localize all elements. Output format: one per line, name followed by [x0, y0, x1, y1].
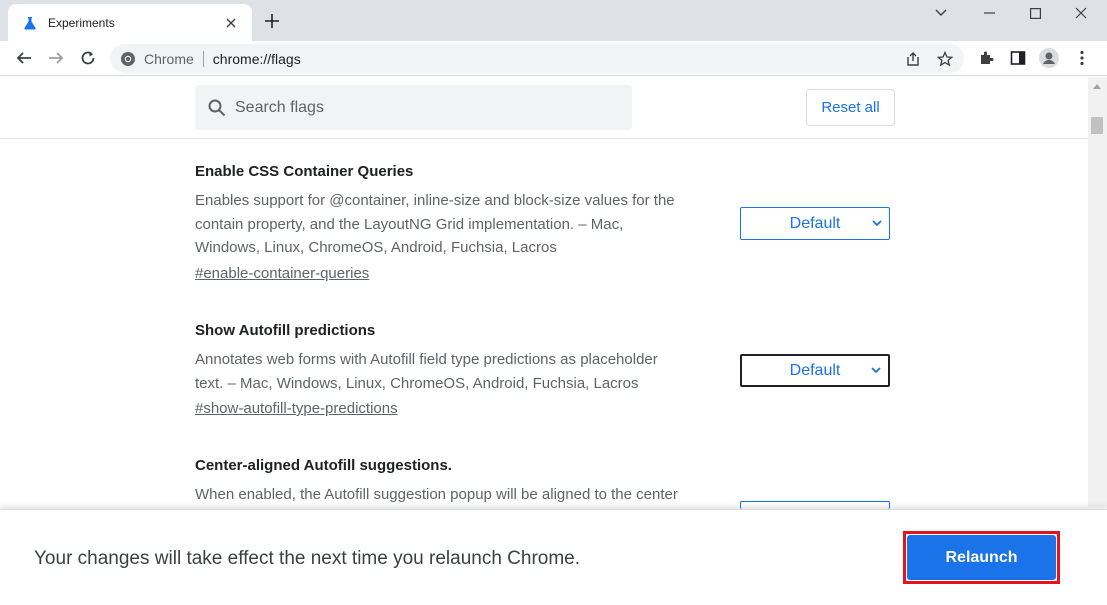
back-icon[interactable] — [10, 44, 38, 72]
flag-description-line: text. – Mac, Windows, Linux, ChromeOS, A… — [195, 374, 639, 392]
flag-enable-container-queries: Enable CSS Container Queries Enables sup… — [195, 163, 735, 283]
flag-description: Enables support for @container, inline-s… — [195, 189, 735, 260]
flag-description: Annotates web forms with Autofill field … — [195, 348, 735, 395]
reload-icon[interactable] — [74, 44, 102, 72]
flag-description-line: Windows, Linux, ChromeOS, Android, Fuchs… — [195, 239, 557, 256]
flag-description-line: Annotates web forms with Autofill field … — [195, 351, 658, 368]
select-value: Default — [789, 361, 841, 379]
flag-state-select[interactable]: Default — [740, 207, 890, 240]
flag-description-line: contain property, and the LayoutNG Grid … — [195, 215, 624, 233]
profile-avatar-icon[interactable] — [1039, 48, 1059, 68]
search-icon — [207, 98, 227, 118]
browser-toolbar: Chrome chrome://flags — [0, 41, 1107, 76]
menu-kebab-icon[interactable] — [1072, 48, 1092, 68]
relaunch-button[interactable]: Relaunch — [907, 535, 1056, 580]
flag-state-select[interactable]: Default — [740, 354, 890, 387]
tab-strip: Experiments — [0, 0, 1107, 41]
flag-permalink[interactable]: #show-autofill-type-predictions — [195, 400, 398, 417]
tab-search-icon[interactable] — [918, 0, 964, 26]
share-icon[interactable] — [904, 50, 922, 68]
flag-description-line: Enables support for @container, inline-s… — [195, 192, 675, 209]
new-tab-button[interactable] — [262, 11, 282, 31]
flag-title: Center-aligned Autofill suggestions. — [195, 457, 452, 474]
relaunch-message: Your changes will take effect the next t… — [34, 548, 581, 569]
flag-title: Show Autofill predictions — [195, 322, 376, 339]
flag-state-select[interactable] — [740, 501, 890, 509]
flag-permalink[interactable]: #enable-container-queries — [195, 265, 369, 282]
address-bar[interactable]: Chrome chrome://flags — [110, 44, 964, 73]
minimize-icon[interactable] — [966, 0, 1012, 26]
bookmark-star-icon[interactable] — [936, 50, 954, 68]
chevron-down-icon — [871, 218, 883, 230]
tab-experiments[interactable]: Experiments — [8, 4, 252, 41]
tab-title: Experiments — [48, 15, 115, 30]
flags-page: Reset all Enable CSS Container Queries E… — [0, 77, 1107, 605]
chevron-down-icon — [870, 365, 882, 377]
scrollbar[interactable] — [1088, 77, 1107, 507]
chrome-icon — [120, 51, 136, 67]
flag-title: Enable CSS Container Queries — [195, 163, 414, 180]
flag-description: When enabled, the Autofill suggestion po… — [195, 483, 735, 507]
flag-show-autofill-predictions: Show Autofill predictions Annotates web … — [195, 322, 735, 418]
search-input[interactable] — [235, 98, 615, 117]
omnibox-divider — [202, 50, 204, 67]
flag-description-line: When enabled, the Autofill suggestion po… — [195, 486, 678, 503]
reset-all-button[interactable]: Reset all — [806, 89, 895, 126]
flags-header: Reset all — [0, 77, 1088, 139]
select-value: Default — [789, 214, 841, 232]
scroll-up-icon[interactable] — [1091, 80, 1103, 92]
scrollbar-thumb[interactable] — [1091, 117, 1103, 134]
close-window-icon[interactable] — [1058, 0, 1104, 26]
origin-label: Chrome — [144, 50, 194, 67]
url-text[interactable]: chrome://flags — [213, 51, 301, 67]
forward-icon[interactable] — [42, 44, 70, 72]
flag-center-aligned-autofill: Center-aligned Autofill suggestions. Whe… — [195, 457, 735, 507]
close-tab-icon[interactable] — [222, 14, 240, 32]
flask-icon — [22, 15, 38, 31]
side-panel-icon[interactable] — [1008, 48, 1028, 68]
search-box[interactable] — [195, 85, 632, 130]
browser-window: Experiments Chrome chrome://flags Search… — [0, 0, 1107, 605]
maximize-icon[interactable] — [1012, 0, 1058, 26]
extensions-icon[interactable] — [976, 48, 996, 68]
